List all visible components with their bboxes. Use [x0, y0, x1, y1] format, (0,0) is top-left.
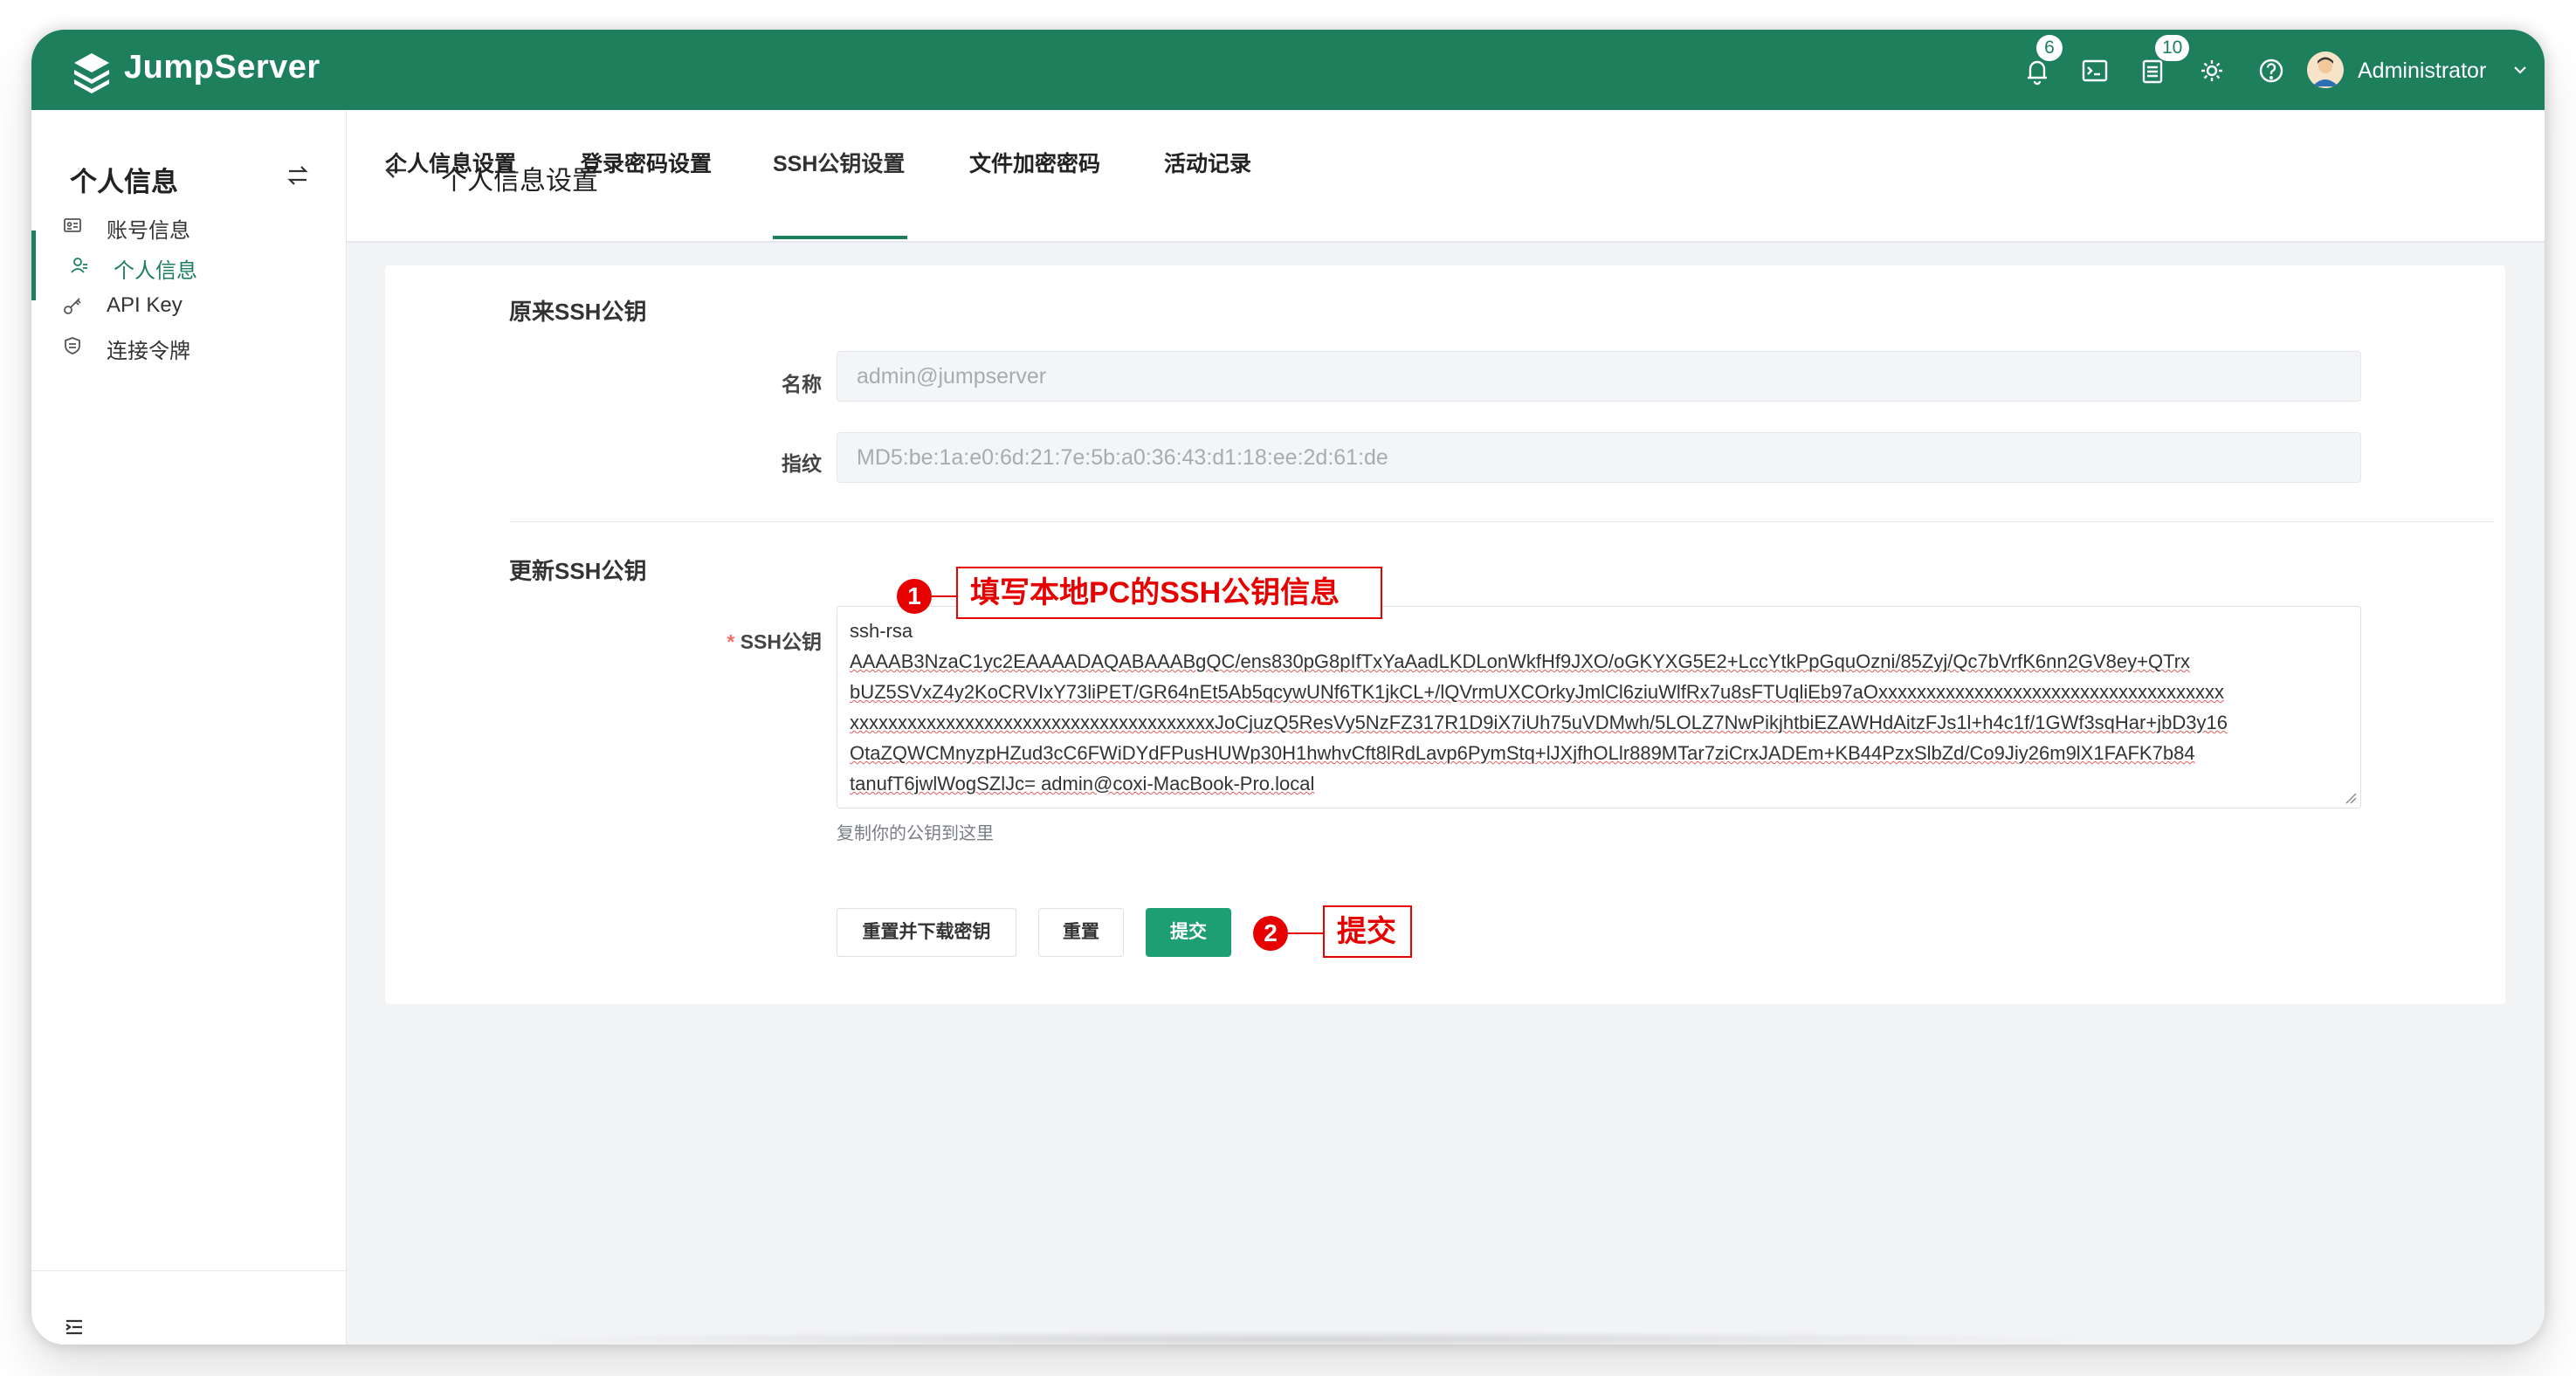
sidebar-footer-divider	[31, 1270, 346, 1271]
fingerprint-label: 指纹	[782, 452, 822, 475]
tab-file-encryption-password[interactable]: 文件加密密码	[969, 147, 1100, 178]
submit-button[interactable]: 提交	[1146, 908, 1231, 957]
annotation-1-connector	[932, 595, 956, 597]
reset-button[interactable]: 重置	[1038, 908, 1124, 957]
annotation-2-connector	[1288, 932, 1323, 934]
user-name[interactable]: Administrator	[2358, 58, 2486, 84]
section-divider	[509, 521, 2495, 522]
sidebar-item-connection-token[interactable]: 连接令牌	[31, 311, 346, 381]
name-field[interactable]: admin@jumpserver	[837, 351, 2361, 402]
ssh-key-line: tanufT6jwlWogSZlJc= admin@coxi-MacBook-P…	[850, 773, 1315, 795]
annotation-1-marker: 1	[897, 579, 932, 614]
bottom-shadow	[503, 1331, 2110, 1345]
resize-grip-icon[interactable]	[2345, 792, 2357, 804]
tab-activity-log[interactable]: 活动记录	[1164, 147, 1251, 178]
ssh-key-line: AAAAB3NzaC1yc2EAAAADAQABAAABgQC/ens830pG…	[850, 650, 2191, 672]
tab-login-password[interactable]: 登录密码设置	[581, 147, 712, 178]
tab-profile-settings[interactable]: 个人信息设置	[385, 147, 516, 178]
sidebar-item-label: 连接令牌	[107, 340, 190, 363]
help-question-icon[interactable]	[2255, 54, 2288, 87]
annotation-2-label: 提交	[1323, 905, 1412, 958]
ssh-key-label: * SSH公钥	[647, 625, 822, 655]
shield-icon	[65, 337, 80, 354]
app-window: JumpServer 6 10 Administrator 个人信息 账号信息 …	[31, 30, 2545, 1345]
name-label: 名称	[782, 373, 822, 396]
ssh-key-textarea[interactable]: ssh-rsa AAAAB3NzaC1yc2EAAAADAQABAAABgQC/e…	[837, 606, 2361, 808]
ssh-key-line: bUZ5SVxZ4y2KoCRVIxY73liPET/GR64nEt5Ab5qc…	[850, 681, 2224, 703]
annotation-2-marker: 2	[1253, 916, 1288, 951]
update-ssh-key-section-title: 更新SSH公钥	[509, 558, 647, 584]
active-tab-indicator	[773, 236, 907, 239]
ssh-key-label-text: SSH公钥	[740, 630, 822, 653]
settings-gear-icon[interactable]	[2195, 54, 2228, 87]
top-navigation-bar: JumpServer 6 10 Administrator	[31, 30, 2545, 110]
switch-arrows-icon[interactable]	[285, 162, 311, 189]
required-mark: *	[727, 630, 735, 653]
ssh-key-hint: 复制你的公钥到这里	[837, 824, 994, 843]
brand-name: JumpServer	[124, 49, 320, 86]
tickets-badge: 10	[2155, 35, 2190, 61]
ssh-key-line: xxxxxxxxxxxxxxxxxxxxxxxxxxxxxxxxxxxxxxJo…	[850, 712, 2228, 733]
jumpserver-logo-icon[interactable]	[70, 51, 114, 94]
terminal-icon[interactable]	[2078, 54, 2111, 87]
user-avatar[interactable]	[2307, 52, 2344, 88]
ssh-key-line: ssh-rsa	[850, 620, 913, 642]
tab-ssh-key[interactable]: SSH公钥设置	[773, 147, 905, 178]
ssh-key-line: OtaZQWCMnyzpHZud3cC6FWiDYdFPusHUWp30H1hw…	[850, 742, 2195, 764]
fingerprint-field[interactable]: MD5:be:1a:e0:6d:21:7e:5b:a0:36:43:d1:18:…	[837, 432, 2361, 483]
chevron-down-icon[interactable]	[2510, 59, 2531, 80]
old-ssh-key-section-title: 原来SSH公钥	[509, 299, 647, 325]
notification-badge: 6	[2036, 35, 2063, 61]
annotation-1-label: 填写本地PC的SSH公钥信息	[956, 567, 1382, 619]
sidebar: 个人信息 账号信息 个人信息 API Key 连接令牌	[31, 110, 347, 1345]
reset-and-download-button[interactable]: 重置并下载密钥	[837, 908, 1016, 957]
collapse-menu-icon[interactable]	[63, 1316, 86, 1338]
